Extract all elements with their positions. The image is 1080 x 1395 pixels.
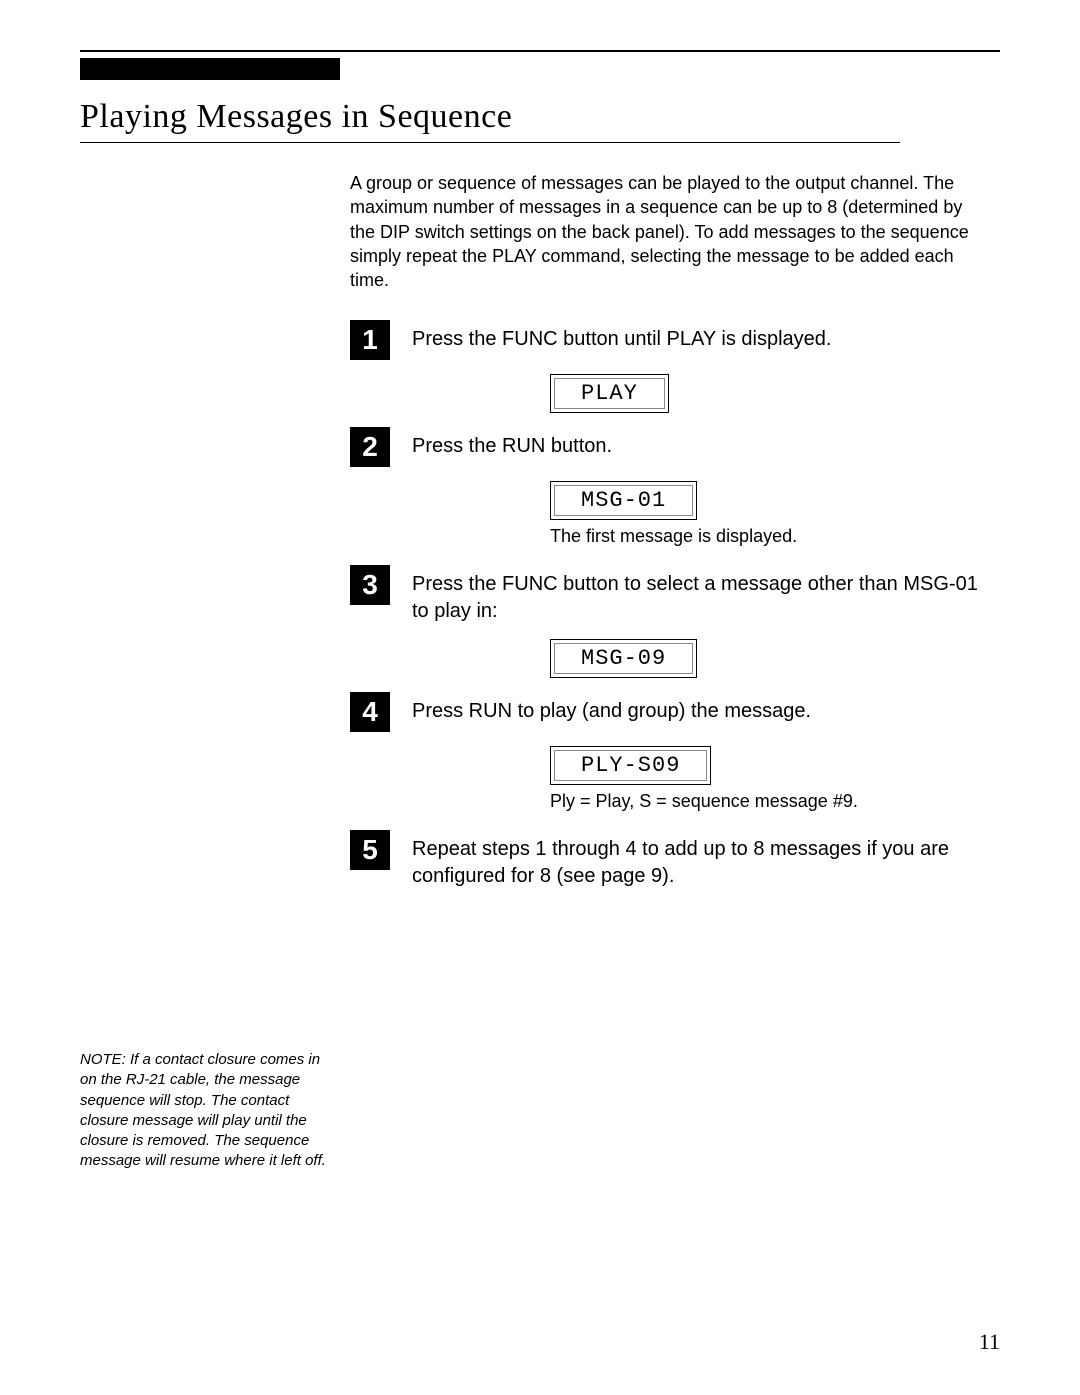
step-4-text: Press RUN to play (and group) the messag… — [412, 692, 811, 725]
step-number-5: 5 — [350, 830, 390, 870]
lcd-text: MSG-01 — [554, 485, 693, 516]
step-5-text: Repeat steps 1 through 4 to add up to 8 … — [412, 830, 990, 890]
intro-paragraph: A group or sequence of messages can be p… — [350, 171, 970, 292]
step-number-3: 3 — [350, 565, 390, 605]
step-number-1: 1 — [350, 320, 390, 360]
step-number-2: 2 — [350, 427, 390, 467]
lcd-display-msg09: MSG-09 — [550, 639, 697, 678]
lcd-display-play: PLAY — [550, 374, 669, 413]
step-5: 5 Repeat steps 1 through 4 to add up to … — [350, 830, 990, 890]
lcd-text: MSG-09 — [554, 643, 693, 674]
step-1: 1 Press the FUNC button until PLAY is di… — [350, 320, 990, 413]
top-rule — [80, 50, 1000, 52]
header-black-bar — [80, 58, 340, 80]
step-4-caption: Ply = Play, S = sequence message #9. — [550, 791, 990, 812]
step-3: 3 Press the FUNC button to select a mess… — [350, 565, 990, 678]
page-number: 11 — [979, 1329, 1000, 1355]
steps-container: 1 Press the FUNC button until PLAY is di… — [350, 320, 990, 890]
lcd-text: PLAY — [554, 378, 665, 409]
step-2-text: Press the RUN button. — [412, 427, 612, 460]
step-2-caption: The first message is displayed. — [550, 526, 990, 547]
lcd-display-plys09: PLY-S09 — [550, 746, 711, 785]
step-1-text: Press the FUNC button until PLAY is disp… — [412, 320, 831, 353]
section-title: Playing Messages in Sequence — [80, 98, 900, 136]
step-number-4: 4 — [350, 692, 390, 732]
step-4: 4 Press RUN to play (and group) the mess… — [350, 692, 990, 812]
lcd-display-msg01: MSG-01 — [550, 481, 697, 520]
step-2: 2 Press the RUN button. MSG-01 The first… — [350, 427, 990, 547]
lcd-text: PLY-S09 — [554, 750, 707, 781]
step-3-text: Press the FUNC button to select a messag… — [412, 565, 990, 625]
side-note: NOTE: If a contact closure comes in on t… — [80, 1050, 330, 1172]
